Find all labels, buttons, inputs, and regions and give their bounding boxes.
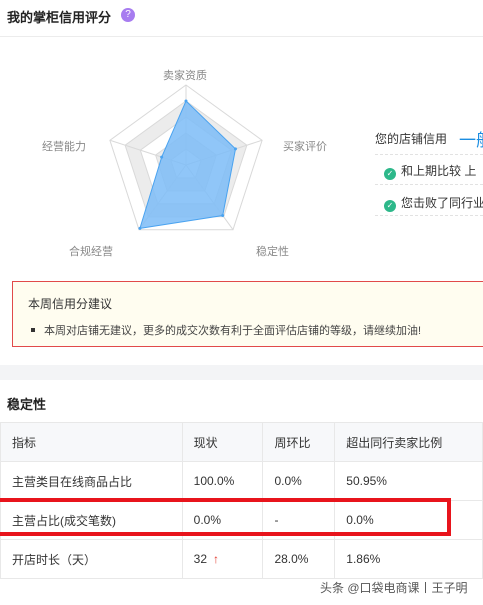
radar-score-point xyxy=(221,213,225,217)
table-header-row: 指标 现状 周环比 超出同行卖家比例 xyxy=(0,422,483,462)
bullet-icon xyxy=(31,328,35,332)
radar-axis-label: 买家评价 xyxy=(283,141,327,153)
radar-score-point xyxy=(138,226,142,230)
advice-item-text: 本周对店铺无建议，更多的成交次数有利于全面评估店铺的等级，请继续加油! xyxy=(44,325,422,337)
radar-axis-label: 合规经营 xyxy=(69,246,113,258)
highlight-box xyxy=(0,498,451,536)
table-cell: 0.0% xyxy=(262,461,336,501)
column-header: 指标 xyxy=(0,422,183,462)
table-row: 开店时长（天） 32 ↑ 28.0% 1.86% xyxy=(0,539,483,579)
table-cell-value: 32 xyxy=(193,552,207,566)
stability-card: 稳定性 指标 现状 周环比 超出同行卖家比例 主营类目在线商品占比 100.0%… xyxy=(0,380,483,605)
compare-last-period-row: ✓ 和上期比较 上 xyxy=(384,162,476,180)
divider xyxy=(375,154,483,155)
radar-score-point xyxy=(160,155,164,159)
check-icon: ✓ xyxy=(384,200,396,212)
beat-peers-text: 您击败了同行业 xyxy=(401,196,483,210)
table-row: 主营类目在线商品占比 100.0% 0.0% 50.95% xyxy=(0,461,483,501)
shop-credit-label: 您的店铺信用 xyxy=(375,132,448,146)
radar-score-point xyxy=(184,99,188,103)
stability-title: 稳定性 xyxy=(7,397,47,412)
divider xyxy=(375,215,483,216)
compare-last-period-text: 和上期比较 上 xyxy=(401,164,477,178)
table-cell: 1.86% xyxy=(334,539,483,579)
table-cell: 开店时长（天） xyxy=(0,539,183,579)
radar-score-point xyxy=(233,147,237,151)
column-header: 超出同行卖家比例 xyxy=(334,422,483,462)
divider xyxy=(375,184,483,185)
watermark: 头条 @口袋电商课丨王子明 xyxy=(320,581,468,595)
table-cell: 28.0% xyxy=(262,539,336,579)
trend-up-icon: ↑ xyxy=(213,552,219,566)
credit-score-card: 我的掌柜信用评分 ? 卖家资质 买家评价 稳定性 合规经营 经营能力 您的店铺信… xyxy=(0,0,483,365)
radar-axis-label: 经营能力 xyxy=(42,141,86,153)
weekly-advice-box: 本周信用分建议 本周对店铺无建议，更多的成交次数有利于全面评估店铺的等级，请继续… xyxy=(12,281,483,347)
shop-credit-level: 一般 xyxy=(459,131,483,150)
column-header: 现状 xyxy=(181,422,264,462)
table-cell: 32 ↑ xyxy=(181,539,264,579)
advice-title: 本周信用分建议 xyxy=(28,297,113,311)
table-cell: 50.95% xyxy=(334,461,483,501)
radar-axis-label: 卖家资质 xyxy=(163,70,207,82)
beat-peers-row: ✓ 您击败了同行业 xyxy=(384,194,483,212)
table-cell: 主营类目在线商品占比 xyxy=(0,461,183,501)
table-cell: 100.0% xyxy=(181,461,264,501)
radar-axis-label: 稳定性 xyxy=(256,246,289,258)
check-icon: ✓ xyxy=(384,168,396,180)
column-header: 周环比 xyxy=(262,422,336,462)
advice-item: 本周对店铺无建议，更多的成交次数有利于全面评估店铺的等级，请继续加油! xyxy=(31,322,421,338)
